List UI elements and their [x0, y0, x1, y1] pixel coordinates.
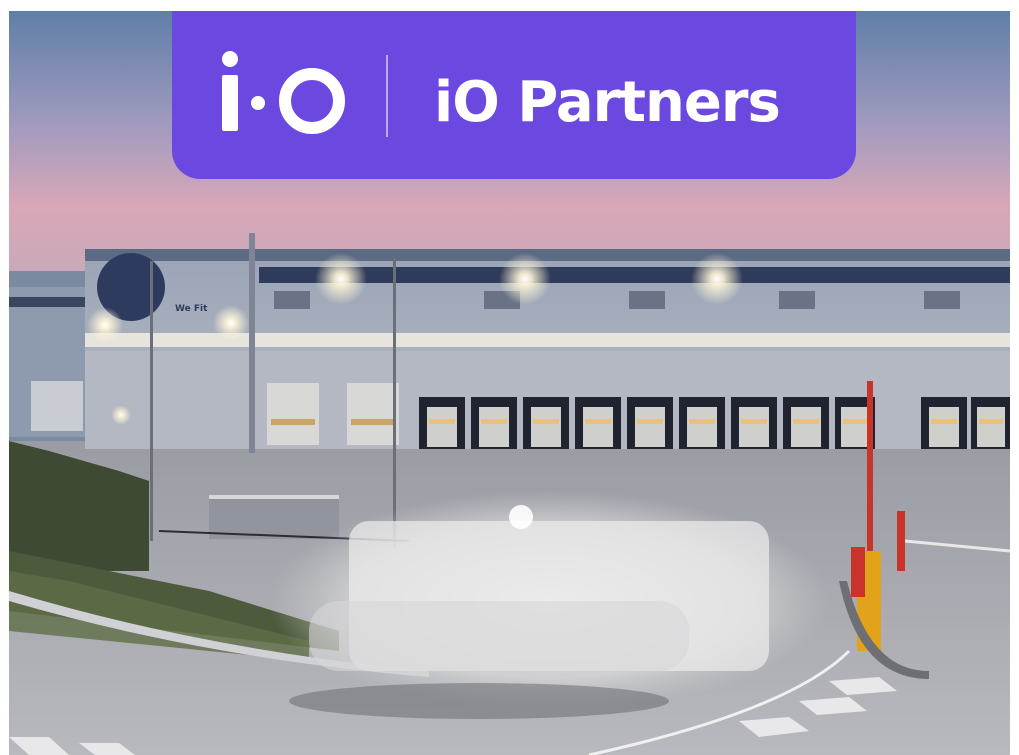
svg-text:We Fit: We Fit [175, 304, 208, 314]
brand-header: iO Partners [172, 11, 856, 179]
brand-name: iO Partners [434, 70, 781, 135]
hero-image: We Fit iO Partners [9, 11, 1010, 755]
logo-divider [386, 55, 388, 137]
io-logo-icon [222, 51, 345, 134]
